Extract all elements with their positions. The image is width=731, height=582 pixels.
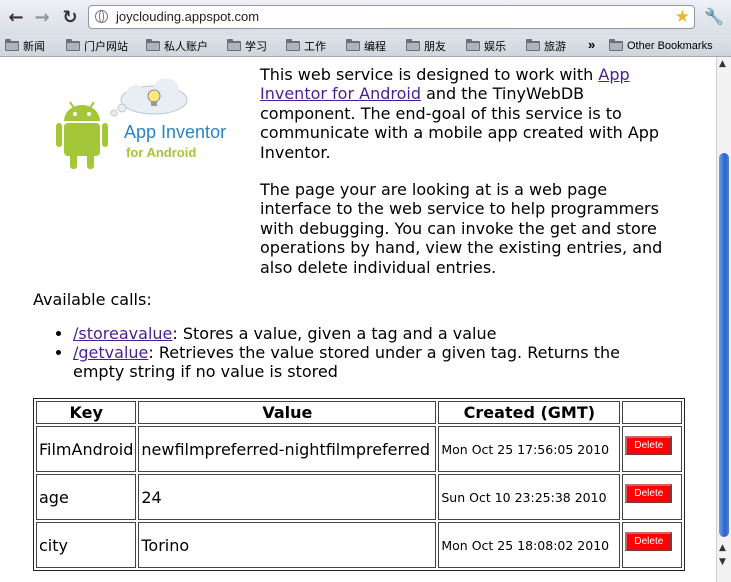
forward-arrow-icon[interactable]: → <box>29 5 55 29</box>
key-cell: city <box>36 522 137 568</box>
storeavalue-link[interactable]: /storeavalue <box>73 324 172 343</box>
bookmark-label: 新闻 <box>23 41 45 53</box>
delete-button[interactable]: Delete <box>625 484 673 503</box>
column-header-value: Value <box>138 401 437 424</box>
vertical-scrollbar[interactable]: ▲ ▲ ▼ <box>716 57 731 582</box>
action-cell: Delete <box>622 426 683 472</box>
table-header-row: Key Value Created (GMT) <box>36 401 683 424</box>
bookmark-star-icon[interactable]: ★ <box>675 6 690 28</box>
folder-icon <box>66 39 80 51</box>
key-cell: FilmAndroid <box>36 426 137 472</box>
intro-paragraph: This web service is designed to work wit… <box>260 65 680 162</box>
delete-button[interactable]: Delete <box>625 436 673 455</box>
bookmark-folder[interactable]: 工作 <box>286 38 326 54</box>
value-cell: 24 <box>138 474 437 520</box>
table-row: FilmAndroid newfilmpreferred-nightfilmpr… <box>36 426 683 472</box>
url-text[interactable]: joyclouding.appspot.com <box>116 9 259 24</box>
calls-list: /storeavalue: Stores a value, given a ta… <box>33 324 653 381</box>
bookmarks-overflow-button[interactable]: » <box>588 37 595 52</box>
scroll-up-icon[interactable]: ▲ <box>719 543 726 553</box>
page-content: App Inventor for Android This web servic… <box>0 57 716 582</box>
bookmark-label: 门户网站 <box>84 41 128 53</box>
table-row: age 24 Sun Oct 10 23:25:38 2010 Delete <box>36 474 683 520</box>
created-cell: Sun Oct 10 23:25:38 2010 <box>438 474 621 520</box>
folder-icon <box>346 39 360 51</box>
bookmark-label: 编程 <box>364 41 386 53</box>
entries-table: Key Value Created (GMT) FilmAndroid newf… <box>33 398 686 571</box>
bookmark-label: 学习 <box>245 41 267 53</box>
bookmark-folder[interactable]: 娱乐 <box>466 38 506 54</box>
folder-icon <box>609 39 623 51</box>
logo-subtitle: for Android <box>126 145 196 160</box>
list-item: /getvalue: Retrieves the value stored un… <box>73 343 653 381</box>
column-header-created: Created (GMT) <box>438 401 621 424</box>
intro-text: This web service is designed to work wit… <box>260 65 680 295</box>
folder-icon <box>466 39 480 51</box>
intro-paragraph-2: The page your are looking at is a web pa… <box>260 180 663 277</box>
bookmark-label: 朋友 <box>424 41 446 53</box>
value-cell: Torino <box>138 522 437 568</box>
bookmark-folder[interactable]: 新闻 <box>5 38 45 54</box>
created-cell: Mon Oct 25 18:08:02 2010 <box>438 522 621 568</box>
bookmark-label: 娱乐 <box>484 41 506 53</box>
bookmark-folder[interactable]: 旅游 <box>526 38 566 54</box>
bookmark-folder[interactable]: 私人账户 <box>146 38 208 54</box>
bookmark-folder[interactable]: 朋友 <box>406 38 446 54</box>
available-calls-heading: Available calls: <box>33 290 152 309</box>
back-arrow-icon[interactable]: ← <box>3 5 29 29</box>
scroll-up-icon[interactable]: ▲ <box>719 59 726 69</box>
other-bookmarks-folder[interactable]: Other Bookmarks <box>609 38 713 54</box>
bookmark-folder[interactable]: 学习 <box>227 38 267 54</box>
scroll-thumb[interactable] <box>719 153 729 537</box>
bookmark-folder[interactable]: 门户网站 <box>66 38 128 54</box>
action-cell: Delete <box>622 522 683 568</box>
folder-icon <box>5 39 19 51</box>
android-robot-icon <box>56 101 108 169</box>
call-description: : Stores a value, given a tag and a valu… <box>172 324 497 343</box>
wrench-menu-icon[interactable]: 🔧 <box>704 6 724 28</box>
call-description: : Retrieves the value stored under a giv… <box>73 343 620 381</box>
bookmark-label: 私人账户 <box>164 41 208 53</box>
bookmarks-bar: 新闻 门户网站 私人账户 学习 工作 编程 朋友 娱乐 旅游 » Other B… <box>0 35 731 57</box>
folder-icon <box>227 39 241 51</box>
value-cell: newfilmpreferred-nightfilmpreferred <box>138 426 437 472</box>
bookmark-label: 工作 <box>304 41 326 53</box>
logo-title: App Inventor <box>124 122 226 142</box>
column-header-action <box>622 401 683 424</box>
cloud-icon <box>110 79 188 117</box>
getvalue-link[interactable]: /getvalue <box>73 343 148 362</box>
intro-text-part: This web service is designed to work wit… <box>260 65 599 84</box>
scroll-down-icon[interactable]: ▼ <box>719 557 726 567</box>
table-row: city Torino Mon Oct 25 18:08:02 2010 Del… <box>36 522 683 568</box>
app-inventor-logo: App Inventor for Android <box>56 79 226 169</box>
reload-icon[interactable]: ↻ <box>57 5 83 29</box>
folder-icon <box>286 39 300 51</box>
folder-icon <box>146 39 160 51</box>
bookmark-folder[interactable]: 编程 <box>346 38 386 54</box>
other-bookmarks-label: Other Bookmarks <box>627 40 713 52</box>
bookmark-label: 旅游 <box>544 41 566 53</box>
created-cell: Mon Oct 25 17:56:05 2010 <box>438 426 621 472</box>
key-cell: age <box>36 474 137 520</box>
folder-icon <box>526 39 540 51</box>
globe-icon <box>95 10 108 23</box>
list-item: /storeavalue: Stores a value, given a ta… <box>73 324 653 343</box>
delete-button[interactable]: Delete <box>625 532 673 551</box>
address-bar[interactable]: joyclouding.appspot.com ★ <box>88 5 695 29</box>
action-cell: Delete <box>622 474 683 520</box>
folder-icon <box>406 39 420 51</box>
browser-toolbar: ← → ↻ joyclouding.appspot.com ★ 🔧 <box>0 0 731 35</box>
column-header-key: Key <box>36 401 137 424</box>
